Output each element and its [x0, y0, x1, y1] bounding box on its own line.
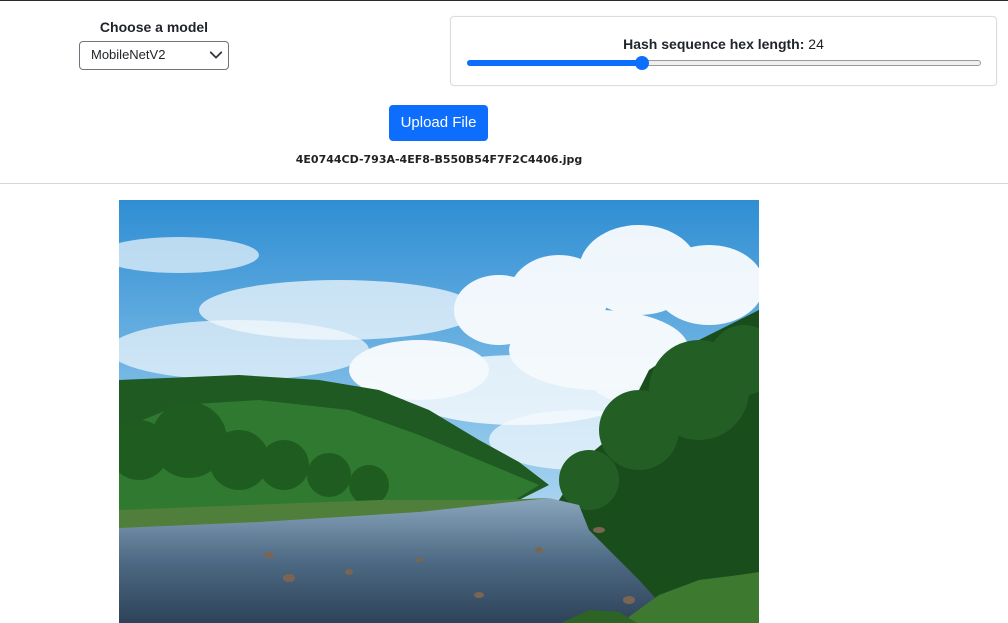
- model-select[interactable]: MobileNetV2: [79, 41, 229, 70]
- upload-file-button[interactable]: Upload File: [389, 105, 488, 141]
- page: Choose a model MobileNetV2 Hash sequence…: [0, 0, 1008, 623]
- hash-length-slider[interactable]: [467, 56, 981, 70]
- hash-length-card: Hash sequence hex length: 24: [450, 16, 997, 86]
- model-chooser: Choose a model MobileNetV2: [79, 19, 229, 70]
- hash-length-label: Hash sequence hex length: 24: [451, 36, 996, 52]
- hash-length-title: Hash sequence hex length:: [623, 36, 805, 52]
- divider: [0, 183, 1008, 184]
- hash-length-value: 24: [808, 36, 824, 52]
- chevron-down-icon: [209, 51, 223, 59]
- slider-fill: [467, 60, 642, 66]
- model-label: Choose a model: [99, 19, 209, 35]
- model-select-value: MobileNetV2: [91, 47, 166, 62]
- uploaded-image: [119, 200, 759, 623]
- uploaded-filename: 4E0744CD-793A-4EF8-B550B54F7F2C4406.jpg: [295, 153, 583, 166]
- slider-thumb[interactable]: [634, 56, 649, 70]
